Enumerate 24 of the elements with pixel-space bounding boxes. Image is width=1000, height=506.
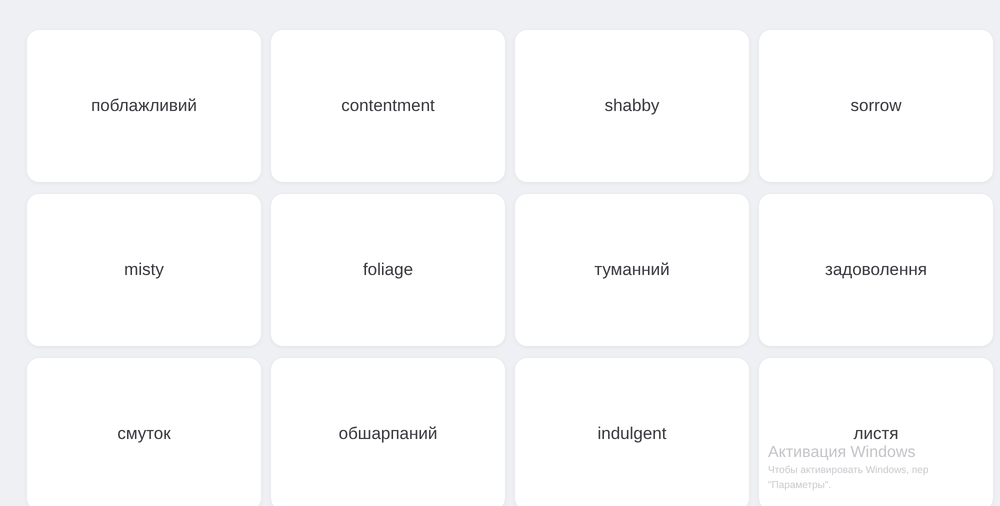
card-word: shabby bbox=[604, 95, 660, 118]
card-word: листя bbox=[854, 423, 898, 445]
word-card[interactable]: contentment bbox=[271, 30, 505, 182]
card-word: sorrow bbox=[850, 95, 902, 118]
word-card[interactable]: поблажливий bbox=[27, 30, 261, 182]
activation-title: Активация Windows bbox=[768, 443, 916, 463]
word-card[interactable]: shabby bbox=[515, 30, 749, 182]
word-card[interactable]: задоволення bbox=[759, 194, 993, 346]
card-word: смуток bbox=[117, 423, 171, 446]
word-card[interactable]: смуток bbox=[27, 358, 261, 506]
card-word: indulgent bbox=[597, 423, 666, 446]
card-word: обшарпаний bbox=[338, 423, 438, 446]
word-card[interactable]: обшарпаний bbox=[271, 358, 505, 506]
card-word: misty bbox=[124, 259, 164, 282]
card-word: туманний bbox=[594, 259, 670, 282]
card-word: поблажливий bbox=[91, 95, 197, 118]
word-card[interactable]: туманний bbox=[515, 194, 749, 346]
card-word: contentment bbox=[341, 95, 435, 118]
word-card[interactable]: sorrow bbox=[759, 30, 993, 182]
card-word: задоволення bbox=[825, 259, 927, 282]
card-word: foliage bbox=[362, 259, 414, 282]
word-card[interactable]: indulgent bbox=[515, 358, 749, 506]
word-card[interactable]: foliage bbox=[271, 194, 505, 346]
word-card[interactable]: misty bbox=[27, 194, 261, 346]
